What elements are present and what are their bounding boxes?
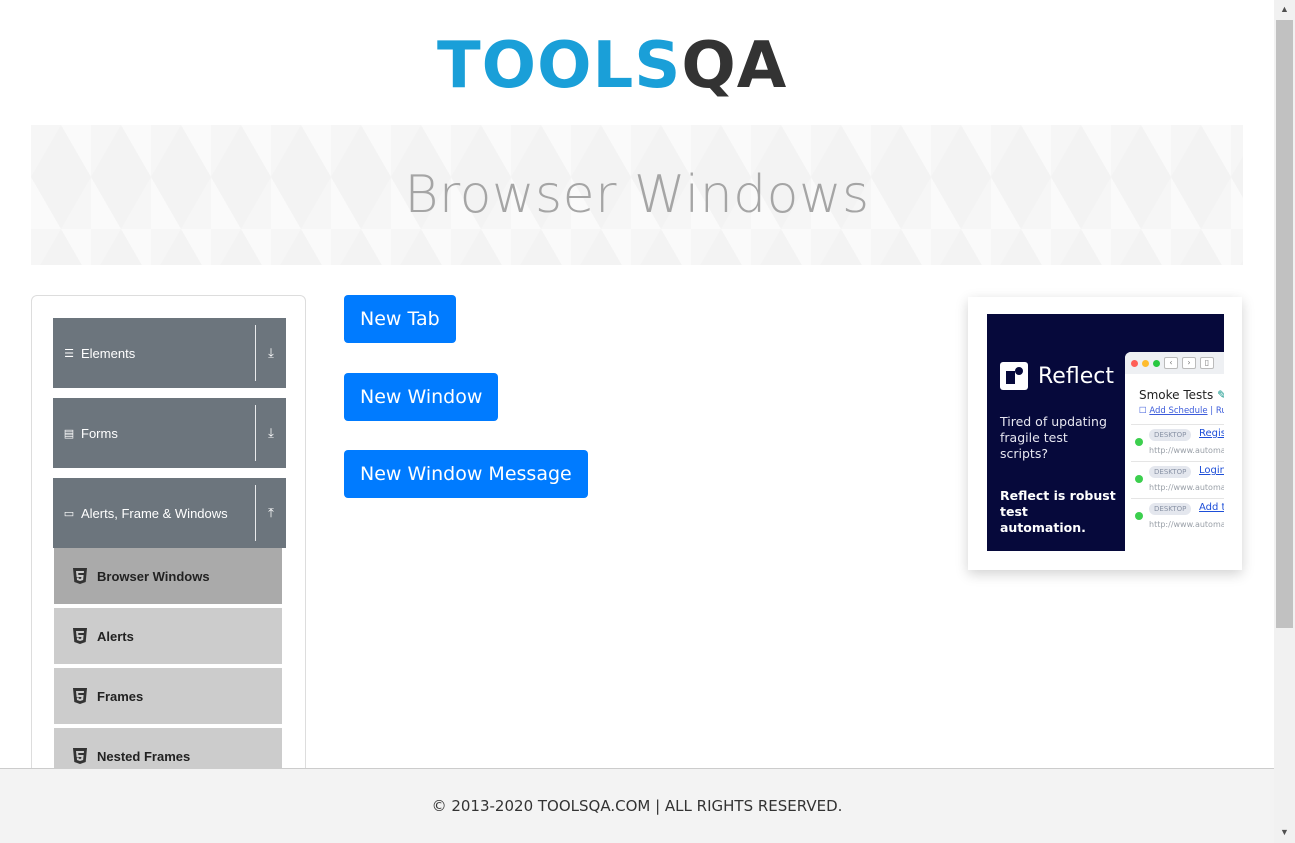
html5-icon xyxy=(72,628,88,645)
logo-text-qa: QA xyxy=(681,29,788,103)
ad-brand-name: Reflect xyxy=(1038,363,1114,389)
expand-icon[interactable]: ⤓ xyxy=(256,345,286,361)
status-dot-icon xyxy=(1135,512,1143,520)
ad-schedule-sep: | Ru xyxy=(1210,406,1224,416)
ad-tagline: Tired of updating fragile test scripts? xyxy=(1000,414,1107,461)
pencil-icon: ✎ xyxy=(1217,388,1224,402)
toolsqa-logo[interactable]: TOOLSQA xyxy=(437,18,841,114)
new-tab-button[interactable]: New Tab xyxy=(344,295,456,343)
ad-row-tag: DESKTOP xyxy=(1149,503,1192,515)
ad-row-url: http://www.automat xyxy=(1149,483,1224,492)
menu-item-frames[interactable]: Frames xyxy=(54,668,282,726)
ad-app-preview: ‹ › ▯ Smoke Tests ✎ ☐ Add Schedule | Ru … xyxy=(1125,352,1224,551)
sidebar-group-forms[interactable]: ▤ Forms ⤓ xyxy=(53,398,286,468)
ad-schedule: ☐ Add Schedule | Ru xyxy=(1139,406,1224,416)
ad-test-row: DESKTOP Registr http://www.automat xyxy=(1131,424,1224,460)
vertical-scrollbar[interactable]: ▲ ▼ xyxy=(1274,0,1295,843)
ad-test-row: DESKTOP Login http://www.automat xyxy=(1131,461,1224,497)
collapse-icon[interactable]: ⤒ xyxy=(256,505,286,521)
maximize-dot-icon xyxy=(1153,359,1160,367)
reflect-logo-icon xyxy=(1000,362,1028,390)
status-dot-icon xyxy=(1135,438,1143,446)
expand-icon[interactable]: ⤓ xyxy=(256,425,286,441)
ad-row-tag: DESKTOP xyxy=(1149,429,1192,441)
ad-tagline-2: Reflect is robust test automation. xyxy=(1000,488,1116,535)
ad-brand: Reflect xyxy=(1000,362,1114,390)
divider xyxy=(255,325,256,381)
logo-text-tools: TOOLS xyxy=(437,29,682,103)
sidebar-group-label: Forms xyxy=(81,425,118,441)
scrollbar-thumb[interactable] xyxy=(1276,20,1293,628)
html5-icon xyxy=(72,568,88,585)
divider xyxy=(255,485,256,541)
page-title: Browser Windows xyxy=(404,165,870,225)
back-icon: ‹ xyxy=(1164,357,1178,369)
ad-row-tag: DESKTOP xyxy=(1149,466,1192,478)
divider xyxy=(255,405,256,461)
new-window-button[interactable]: New Window xyxy=(344,373,499,421)
logo-text: TOOLSQA xyxy=(437,34,787,98)
menu-item-browser-windows[interactable]: Browser Windows xyxy=(54,548,282,606)
ad-row-url: http://www.automat xyxy=(1149,446,1224,455)
sidebar-group-label: Alerts, Frame & Windows xyxy=(81,505,228,521)
menu-item-label: Nested Frames xyxy=(97,748,191,764)
minimize-dot-icon xyxy=(1142,359,1149,367)
left-panel: ☰ Elements ⤓ ▤ Forms ⤓ ▭ Alerts, Frame &… xyxy=(31,295,306,815)
sidebar-group-elements[interactable]: ☰ Elements ⤓ xyxy=(53,318,286,388)
ad-row-link: Login xyxy=(1199,465,1224,476)
menu-item-alerts[interactable]: Alerts xyxy=(54,608,282,666)
html5-icon xyxy=(72,748,88,765)
sidebar-group-label: Elements xyxy=(81,345,136,361)
ad-window-bar: ‹ › ▯ xyxy=(1125,352,1224,374)
menu-item-label: Browser Windows xyxy=(97,568,210,584)
window-icon: ▭ xyxy=(63,507,75,520)
ad-row-link: Add to xyxy=(1199,502,1224,513)
forward-icon: › xyxy=(1182,357,1196,369)
ad-window-title-text: Smoke Tests xyxy=(1139,388,1214,402)
scroll-down-arrow-icon[interactable]: ▼ xyxy=(1274,823,1295,841)
menu-item-label: Alerts xyxy=(97,628,134,644)
menu-item-label: Frames xyxy=(97,688,144,704)
html5-icon xyxy=(72,688,88,705)
reflect-ad[interactable]: Reflect Tired of updating fragile test s… xyxy=(987,314,1224,551)
ad-row-url: http://www.automat xyxy=(1149,520,1224,529)
ad-card[interactable]: Reflect Tired of updating fragile test s… xyxy=(968,297,1242,570)
sidebar-group-alerts-frame-windows[interactable]: ▭ Alerts, Frame & Windows ⤒ xyxy=(53,478,286,548)
sidebar-toggle-icon: ▯ xyxy=(1200,357,1214,369)
ad-test-row: DESKTOP Add to http://www.automat xyxy=(1131,498,1224,534)
scroll-up-arrow-icon[interactable]: ▲ xyxy=(1274,0,1295,18)
ad-window-title: Smoke Tests ✎ xyxy=(1139,388,1224,402)
hamburger-icon: ☰ xyxy=(64,347,74,360)
close-dot-icon xyxy=(1131,359,1138,367)
new-window-message-button[interactable]: New Window Message xyxy=(344,450,588,498)
ad-row-link: Registr xyxy=(1199,428,1224,439)
page-banner: Browser Windows xyxy=(31,125,1243,265)
footer: © 2013-2020 TOOLSQA.COM | ALL RIGHTS RES… xyxy=(0,768,1274,843)
form-icon: ▤ xyxy=(63,427,75,440)
footer-copyright: © 2013-2020 TOOLSQA.COM | ALL RIGHTS RES… xyxy=(431,797,843,815)
status-dot-icon xyxy=(1135,475,1143,483)
ad-schedule-link: Add Schedule xyxy=(1149,406,1208,416)
